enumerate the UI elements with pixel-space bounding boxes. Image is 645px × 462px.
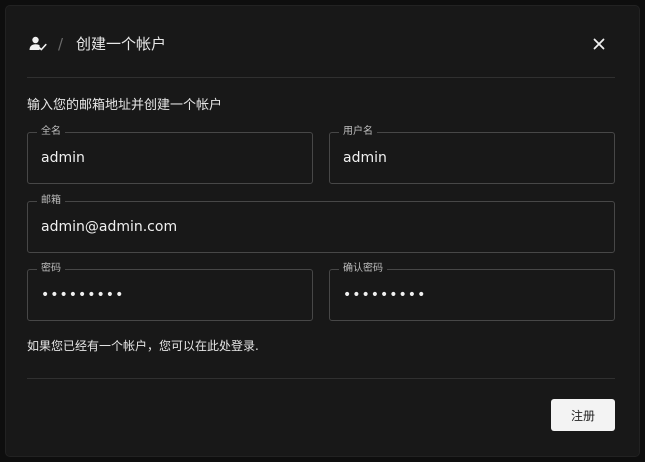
username-label: 用户名 bbox=[339, 125, 377, 139]
confirm-password-label: 确认密码 bbox=[339, 262, 387, 276]
full-name-label: 全名 bbox=[37, 125, 65, 139]
email-input[interactable] bbox=[41, 216, 601, 238]
username-field: 用户名 bbox=[329, 125, 615, 184]
password-input[interactable] bbox=[41, 284, 299, 306]
confirm-password-field: 确认密码 bbox=[329, 262, 615, 321]
close-icon[interactable] bbox=[589, 34, 609, 54]
login-hint-link[interactable]: 如果您已经有一个帐户，您可以在此处登录. bbox=[27, 337, 259, 355]
register-button[interactable]: 注册 bbox=[551, 399, 615, 431]
full-name-field: 全名 bbox=[27, 125, 313, 184]
dialog-header: / 创建一个帐户 bbox=[6, 6, 639, 78]
email-field: 邮箱 bbox=[27, 194, 615, 253]
header-divider bbox=[27, 77, 615, 78]
footer-divider bbox=[27, 378, 615, 379]
email-label: 邮箱 bbox=[37, 194, 65, 208]
username-input[interactable] bbox=[343, 147, 601, 169]
confirm-password-input[interactable] bbox=[343, 284, 601, 306]
breadcrumb-separator: / bbox=[58, 35, 64, 53]
dialog-title: 创建一个帐户 bbox=[76, 35, 167, 53]
password-label: 密码 bbox=[37, 262, 65, 276]
password-field: 密码 bbox=[27, 262, 313, 321]
create-account-dialog: / 创建一个帐户 输入您的邮箱地址并创建一个帐户 全名 用户名 邮箱 密码 确认… bbox=[6, 6, 639, 456]
dialog-subtitle: 输入您的邮箱地址并创建一个帐户 bbox=[27, 98, 223, 113]
user-check-icon bbox=[29, 36, 47, 51]
full-name-input[interactable] bbox=[41, 147, 299, 169]
